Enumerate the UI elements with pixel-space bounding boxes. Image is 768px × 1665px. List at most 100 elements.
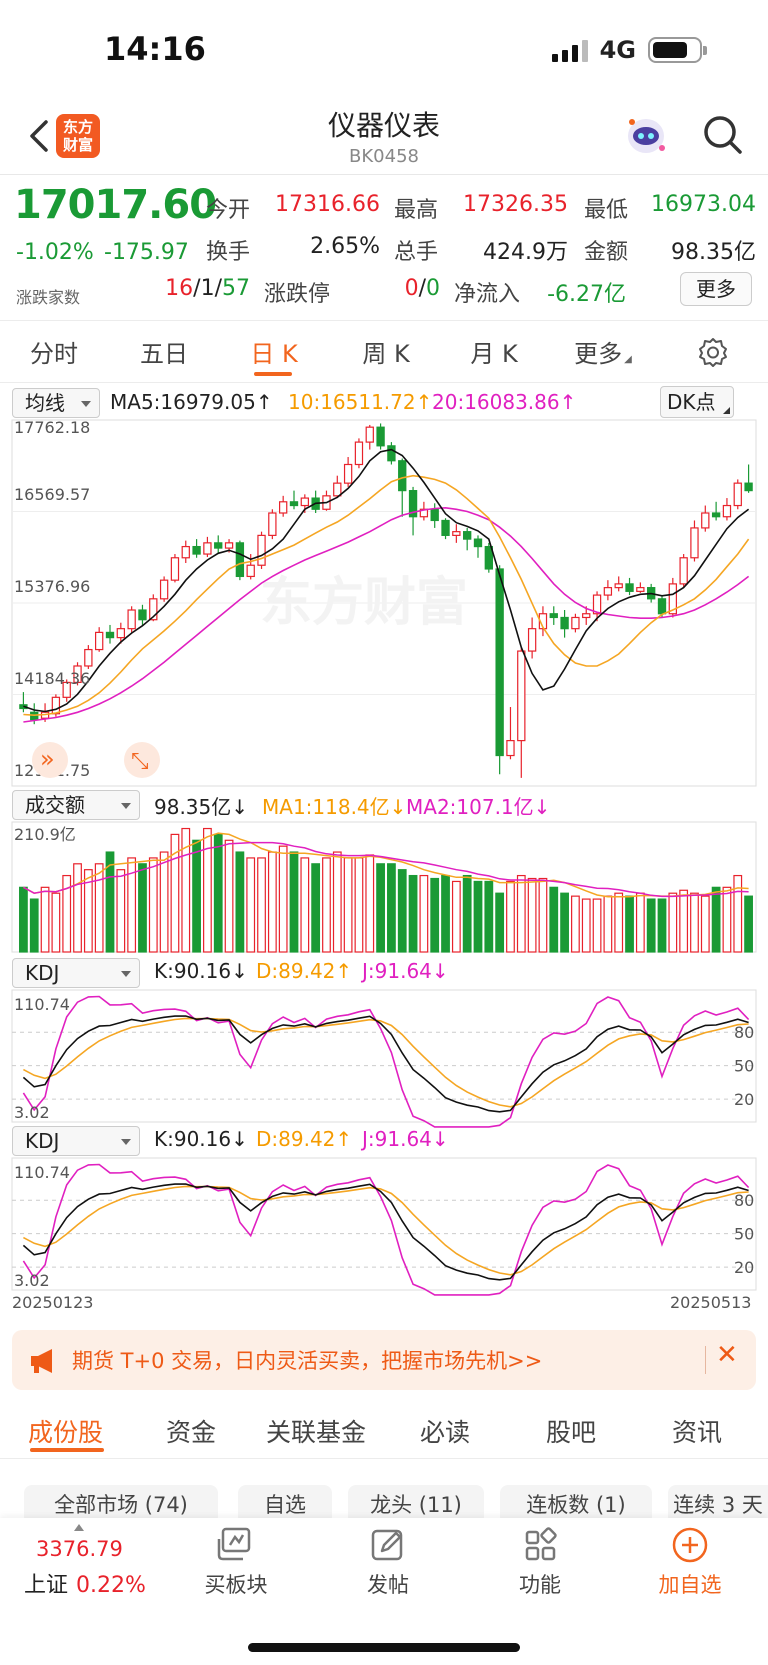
candle-up bbox=[452, 531, 461, 536]
kdj-d-line bbox=[23, 1185, 749, 1276]
nav-functions[interactable]: 功能 bbox=[490, 1525, 590, 1599]
volume-bar bbox=[300, 857, 310, 953]
volume-bar bbox=[332, 851, 342, 953]
volume-bar bbox=[571, 895, 580, 953]
price-tick-label: 17762.18 bbox=[14, 418, 90, 437]
volume-max-label: 210.9亿 bbox=[14, 825, 76, 844]
volume-bar bbox=[700, 895, 710, 953]
megaphone-icon bbox=[31, 1349, 52, 1373]
volume-bar bbox=[603, 895, 613, 953]
volume-bar bbox=[311, 863, 321, 953]
candle-up bbox=[582, 613, 591, 619]
volume-bar bbox=[40, 886, 50, 953]
kdj-j-line bbox=[22, 1163, 750, 1296]
volume-bar bbox=[29, 898, 39, 953]
volume-bar bbox=[387, 863, 396, 953]
volume-bar bbox=[267, 851, 277, 953]
candle-up bbox=[603, 587, 613, 596]
volume-bar bbox=[278, 845, 288, 953]
nav-add-watchlist[interactable]: 加自选 bbox=[640, 1525, 740, 1599]
expand-icon: ⤡ bbox=[131, 749, 149, 774]
volume-bar bbox=[451, 880, 461, 953]
candle-up bbox=[300, 497, 309, 507]
nav-buy-sector[interactable]: 买板块 bbox=[186, 1525, 286, 1599]
candle-up bbox=[365, 426, 374, 443]
candle-down bbox=[192, 545, 201, 555]
volume-bar bbox=[657, 898, 667, 953]
volume-bar bbox=[581, 898, 591, 953]
tab-funds-flow[interactable]: 资金 bbox=[166, 1413, 216, 1449]
volume-bar bbox=[408, 874, 418, 953]
index-name[interactable]: 上证 0.22% bbox=[24, 1567, 146, 1599]
home-indicator bbox=[248, 1643, 520, 1652]
candle-up bbox=[95, 631, 104, 651]
candle-up bbox=[84, 648, 93, 667]
candle-up bbox=[690, 527, 699, 559]
candle-up bbox=[159, 579, 169, 600]
tab-forum[interactable]: 股吧 bbox=[546, 1413, 596, 1449]
kline-chart[interactable]: 东方财富17762.1816569.5715376.9614184.361299… bbox=[0, 0, 768, 1320]
candle-down bbox=[560, 616, 569, 630]
tab-constituents[interactable]: 成份股 bbox=[28, 1413, 103, 1449]
candle-up bbox=[170, 557, 180, 581]
volume-bar bbox=[203, 827, 212, 953]
date-end-label: 20250513 bbox=[670, 1293, 751, 1312]
double-chevron-icon: » bbox=[40, 745, 55, 773]
candle-down bbox=[463, 531, 472, 540]
volume-bar bbox=[527, 877, 537, 953]
volume-bar bbox=[148, 857, 158, 953]
tab-related-funds[interactable]: 关联基金 bbox=[266, 1413, 366, 1449]
candle-up bbox=[181, 545, 190, 559]
tab-news[interactable]: 资讯 bbox=[672, 1413, 722, 1449]
active-tab-indicator bbox=[30, 1448, 104, 1452]
volume-bar bbox=[744, 895, 753, 953]
volume-bar bbox=[635, 892, 645, 953]
volume-bar bbox=[246, 857, 256, 953]
index-value[interactable]: 3376.79 bbox=[36, 1537, 123, 1561]
candle-down bbox=[430, 508, 439, 522]
volume-bar bbox=[560, 892, 569, 953]
candle-up bbox=[506, 740, 515, 757]
candle-down bbox=[235, 542, 245, 578]
volume-bar bbox=[257, 857, 266, 953]
candle-up bbox=[127, 609, 136, 630]
kdj-d-line bbox=[23, 1017, 749, 1108]
nav-post[interactable]: 发帖 bbox=[338, 1525, 438, 1599]
volume-bar bbox=[733, 874, 743, 953]
candle-up bbox=[203, 542, 212, 555]
tab-must-read[interactable]: 必读 bbox=[420, 1413, 470, 1449]
date-start-label: 20250123 bbox=[12, 1293, 93, 1312]
kdj-level-label: 80 bbox=[734, 1023, 754, 1042]
candle-down bbox=[549, 613, 558, 619]
volume-bar bbox=[419, 874, 429, 953]
watermark: 东方财富 bbox=[260, 573, 468, 633]
edit-icon bbox=[371, 1529, 403, 1561]
kdj-max-label: 110.74 bbox=[14, 1163, 70, 1182]
volume-bar bbox=[343, 857, 353, 953]
volume-bar bbox=[711, 886, 721, 953]
kdj-level-label: 20 bbox=[734, 1090, 754, 1109]
candle-up bbox=[571, 616, 580, 630]
candle-down bbox=[473, 538, 483, 548]
volume-bar bbox=[646, 898, 656, 953]
candle-up bbox=[722, 504, 732, 518]
kdj-level-label: 20 bbox=[734, 1258, 754, 1277]
promo-banner-text[interactable]: 期货 T+0 交易，日内灵活买卖，把握市场先机>> bbox=[72, 1345, 542, 1375]
candle-up bbox=[701, 512, 710, 529]
volume-bar bbox=[192, 839, 201, 953]
candle-up bbox=[354, 441, 364, 466]
divider bbox=[0, 1458, 768, 1459]
volume-bar bbox=[690, 892, 699, 953]
close-icon[interactable]: ✕ bbox=[716, 1340, 738, 1370]
volume-bar bbox=[159, 851, 169, 953]
volume-bar bbox=[116, 869, 126, 953]
volume-bar bbox=[322, 857, 331, 953]
volume-bar bbox=[73, 863, 82, 953]
candle-up bbox=[116, 628, 125, 639]
kdj-min-label: 3.02 bbox=[14, 1271, 50, 1290]
buy-sector-icon bbox=[217, 1527, 251, 1561]
volume-bar bbox=[625, 895, 634, 953]
candle-down bbox=[441, 519, 450, 536]
candle-down bbox=[398, 460, 407, 492]
volume-bar bbox=[365, 854, 375, 953]
